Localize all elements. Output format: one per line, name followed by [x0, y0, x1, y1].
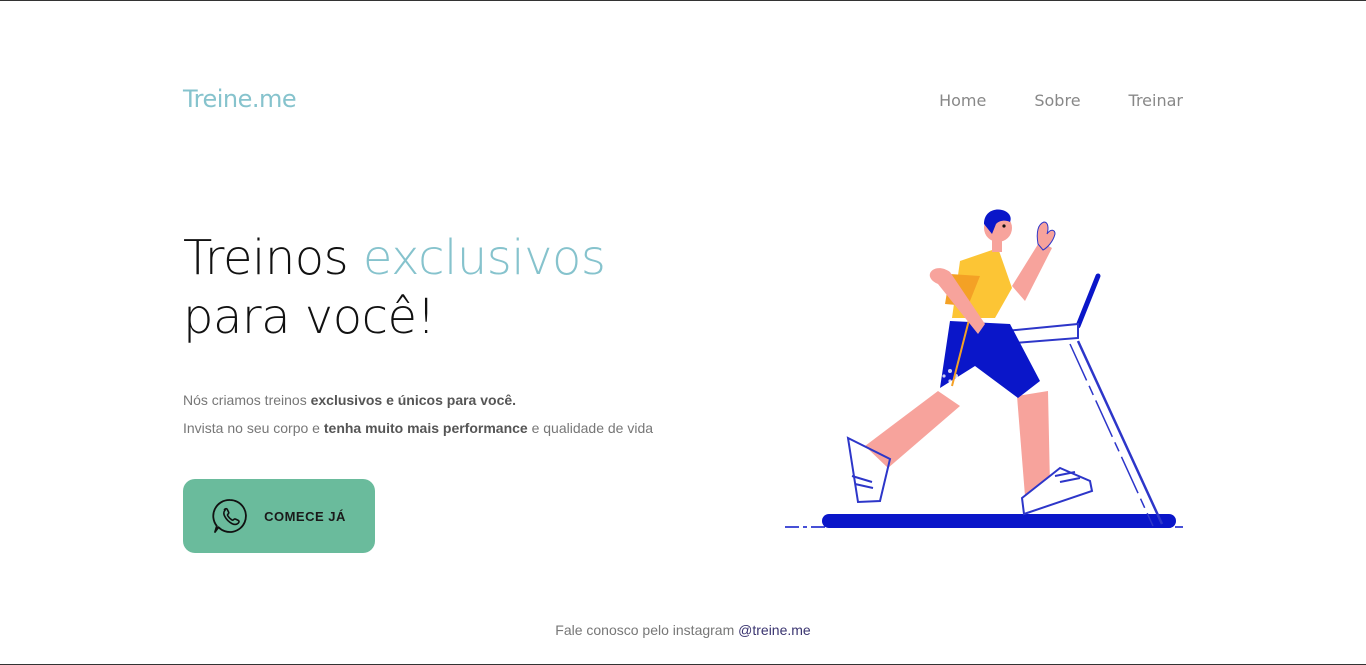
comece-ja-button[interactable]: COMECE JÁ — [183, 479, 375, 553]
nav-home[interactable]: Home — [939, 91, 986, 110]
nav-sobre[interactable]: Sobre — [1034, 91, 1080, 110]
desc-bold: tenha muito mais performance — [323, 420, 528, 436]
footer-text: Fale conosco pelo instagram — [555, 622, 739, 638]
hero-description: Nós criamos treinos exclusivos e únicos … — [183, 386, 653, 442]
whatsapp-icon — [212, 499, 247, 533]
desc-bold: exclusivos e únicos para você. — [310, 392, 517, 408]
main-nav: Home Sobre Treinar — [939, 91, 1183, 110]
footer: Fale conosco pelo instagram @treine.me — [0, 622, 1366, 638]
hero-description-line2: Invista no seu corpo e tenha muito mais … — [183, 414, 653, 442]
hero-title-line2: para você! — [183, 289, 436, 345]
hero-title: Treinos exclusivos para você! — [183, 229, 606, 347]
desc-text: e qualidade de vida — [527, 420, 654, 436]
hero-description-line1: Nós criamos treinos exclusivos e únicos … — [183, 386, 653, 414]
desc-text: Invista no seu corpo e — [183, 420, 324, 436]
brand-logo[interactable]: Treine.me — [183, 85, 297, 113]
hero-title-prefix: Treinos — [183, 230, 363, 286]
desc-text: Nós criamos treinos — [183, 392, 311, 408]
hero-title-accent: exclusivos — [362, 230, 606, 286]
nav-treinar[interactable]: Treinar — [1129, 91, 1183, 110]
instagram-link[interactable]: @treine.me — [738, 622, 811, 638]
comece-ja-label: COMECE JÁ — [264, 508, 346, 524]
treadmill-runner-illustration — [785, 209, 1183, 528]
